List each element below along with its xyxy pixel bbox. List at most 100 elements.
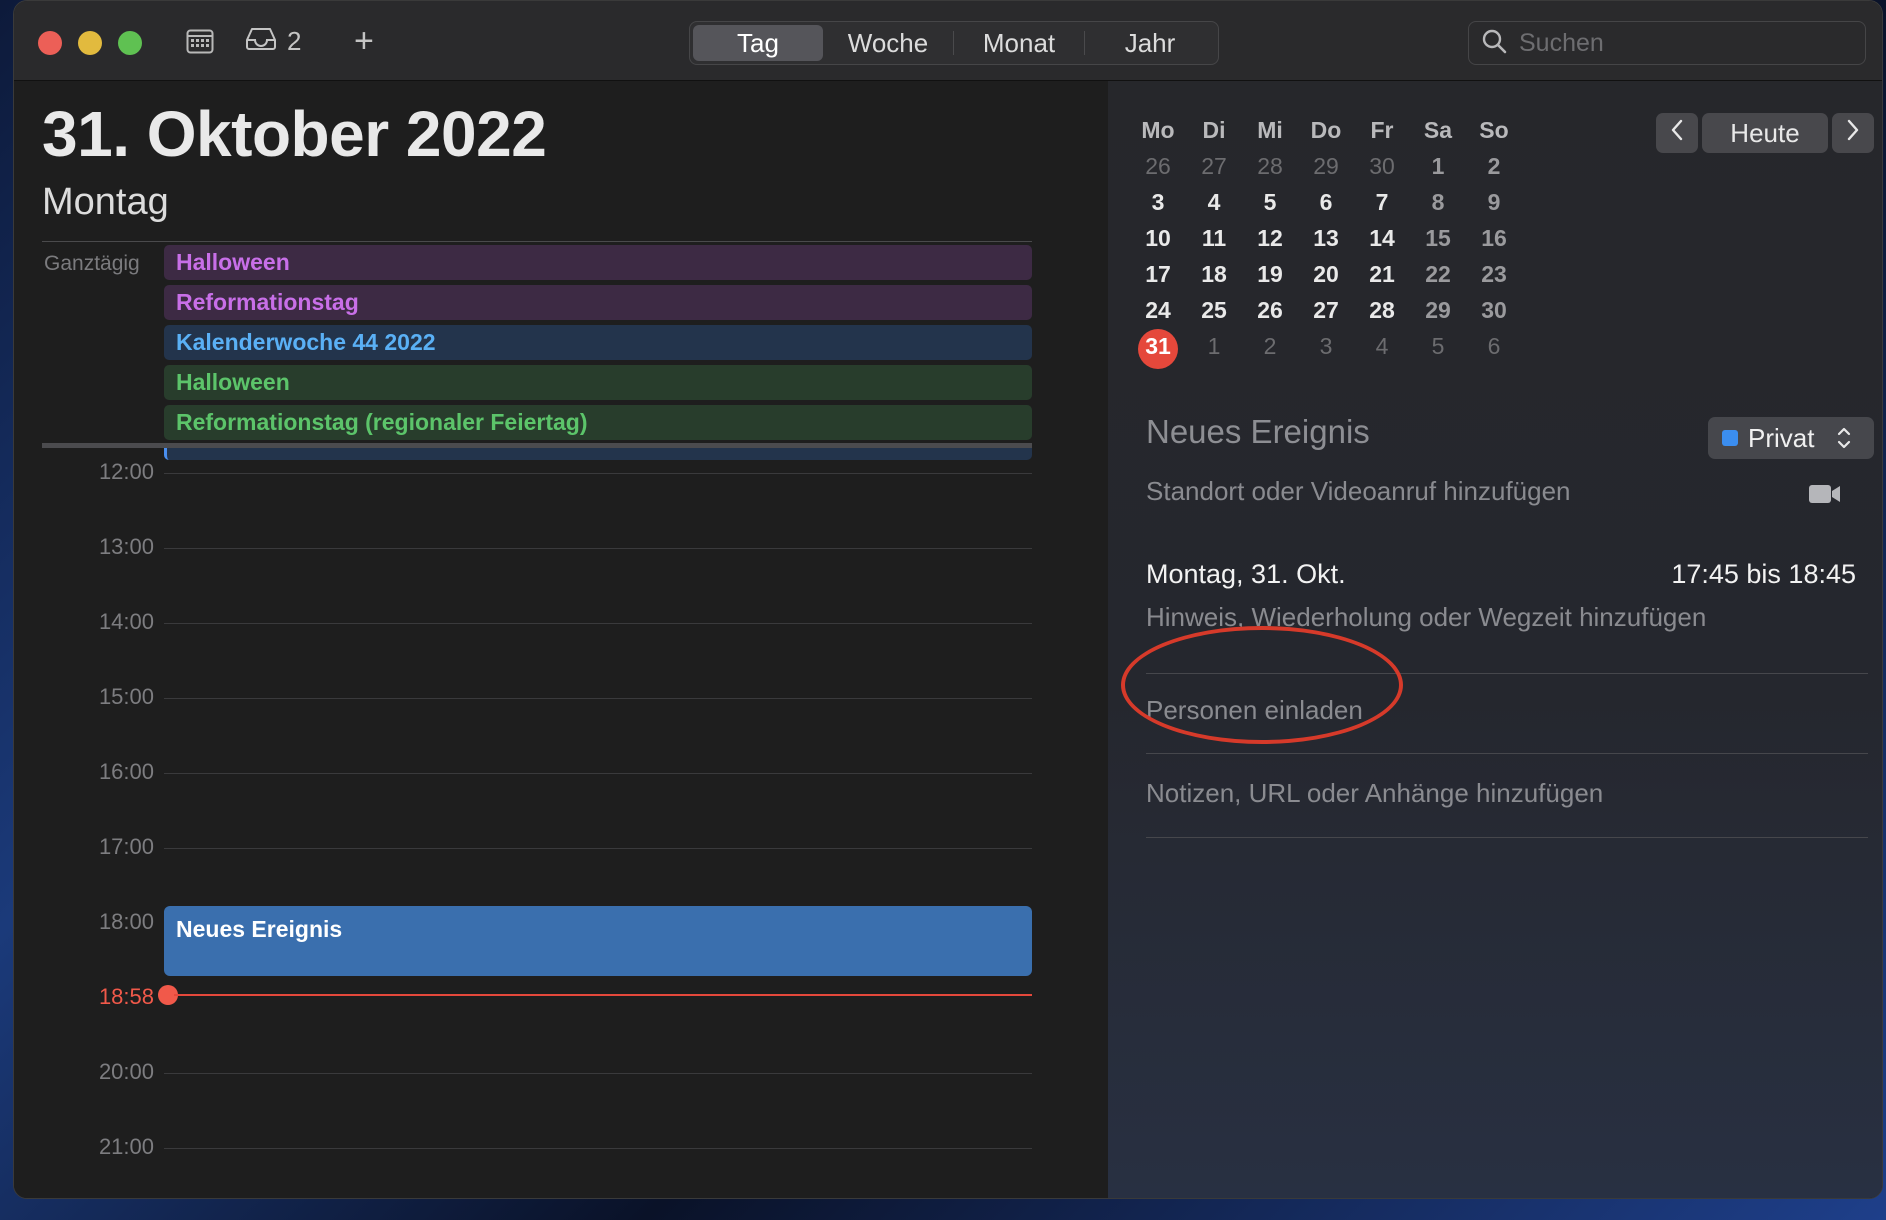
mini-calendar-day[interactable]: 4	[1186, 189, 1242, 216]
hour-line	[164, 473, 1032, 474]
mini-calendar-day[interactable]: 28	[1354, 297, 1410, 324]
current-time-line	[174, 994, 1032, 996]
event-title-field[interactable]: Neues Ereignis	[1146, 413, 1370, 451]
mini-calendar-day[interactable]: 31	[1130, 333, 1186, 360]
mini-calendar-day[interactable]: 2	[1242, 333, 1298, 360]
updown-chevron-icon	[1836, 425, 1852, 451]
mini-calendar-day[interactable]: 30	[1354, 153, 1410, 180]
next-button[interactable]	[1832, 113, 1874, 153]
mini-calendar-day[interactable]: 17	[1130, 261, 1186, 288]
mini-calendar-day[interactable]: 25	[1186, 297, 1242, 324]
mini-calendar-day[interactable]: 9	[1466, 189, 1522, 216]
previous-button[interactable]	[1656, 113, 1698, 153]
inspector-panel: Mo Di Mi Do Fr Sa So 26 27 28 29 30 1 2 3 4 5 6 7 8 9…	[1108, 81, 1882, 1198]
mini-calendar-day[interactable]: 5	[1242, 189, 1298, 216]
mini-calendar-day[interactable]: 30	[1466, 297, 1522, 324]
mini-calendar-day[interactable]: 12	[1242, 225, 1298, 252]
mini-calendar-day[interactable]: 24	[1130, 297, 1186, 324]
mini-calendar-day[interactable]: 27	[1298, 297, 1354, 324]
mini-calendar-day[interactable]: 7	[1354, 189, 1410, 216]
calendar-select[interactable]: Privat	[1708, 417, 1874, 459]
divider	[42, 241, 1032, 242]
mini-calendar-day[interactable]: 21	[1354, 261, 1410, 288]
maximize-window-button[interactable]	[118, 31, 142, 55]
mini-calendar-day[interactable]: 5	[1410, 333, 1466, 360]
hour-label: 16:00	[98, 759, 154, 784]
mini-calendar-day[interactable]: 10	[1130, 225, 1186, 252]
mini-calendar-day[interactable]: 29	[1410, 297, 1466, 324]
mini-calendar-day[interactable]: 13	[1298, 225, 1354, 252]
hour-label: 21:00	[98, 1134, 154, 1159]
hour-line	[164, 773, 1032, 774]
hour-line	[164, 1148, 1032, 1149]
mini-calendar-day[interactable]: 26	[1130, 153, 1186, 180]
current-time-label: 18:58	[98, 984, 154, 1009]
hour-label: 13:00	[98, 534, 154, 559]
video-camera-icon[interactable]	[1808, 483, 1842, 510]
notes-field[interactable]: Notizen, URL oder Anhänge hinzufügen	[1146, 778, 1603, 809]
allday-event[interactable]: Reformationstag	[164, 285, 1032, 320]
mini-calendar-day[interactable]: 6	[1466, 333, 1522, 360]
minimize-window-button[interactable]	[78, 31, 102, 55]
mini-calendar-day[interactable]: 1	[1410, 153, 1466, 180]
close-window-button[interactable]	[38, 31, 62, 55]
mini-calendar-day[interactable]: 22	[1410, 261, 1466, 288]
allday-event[interactable]: Halloween	[164, 365, 1032, 400]
tab-month[interactable]: Monat	[954, 25, 1084, 61]
mini-calendar-day[interactable]: 16	[1466, 225, 1522, 252]
inbox-button[interactable]: 2	[245, 23, 301, 59]
mini-calendar-day[interactable]: 27	[1186, 153, 1242, 180]
mini-calendar-day[interactable]: 19	[1242, 261, 1298, 288]
allday-label: Ganztägig	[44, 252, 140, 275]
mini-calendar-day[interactable]: 3	[1130, 189, 1186, 216]
calendar-color-swatch	[1722, 430, 1738, 446]
mini-calendar-day[interactable]: 4	[1354, 333, 1410, 360]
calendar-window: 2 + Tag Woche Monat Jahr 31. Oktober 202…	[13, 0, 1883, 1199]
event-time-range[interactable]: 17:45 bis 18:45	[1671, 559, 1856, 590]
allday-event-overflow[interactable]	[164, 448, 1032, 460]
mini-calendar-day[interactable]: 23	[1466, 261, 1522, 288]
mini-calendar-day[interactable]: 1	[1186, 333, 1242, 360]
mini-calendar-day[interactable]: 26	[1242, 297, 1298, 324]
allday-event[interactable]: Halloween	[164, 245, 1032, 280]
allday-event[interactable]: Reformationstag (regionaler Feiertag)	[164, 405, 1032, 440]
hour-label: 12:00	[98, 459, 154, 484]
mini-calendar-day[interactable]: 20	[1298, 261, 1354, 288]
hour-line	[164, 848, 1032, 849]
location-field[interactable]: Standort oder Videoanruf hinzufügen	[1146, 476, 1571, 507]
search-field	[1468, 21, 1866, 65]
weekday-header: Do	[1310, 117, 1342, 143]
mini-calendar-day[interactable]: 29	[1298, 153, 1354, 180]
today-button[interactable]: Heute	[1702, 113, 1828, 153]
event-date[interactable]: Montag, 31. Okt.	[1146, 559, 1346, 590]
calendar-icon[interactable]	[186, 23, 214, 59]
highlight-ellipse	[1121, 626, 1403, 744]
mini-calendar-day[interactable]: 11	[1186, 225, 1242, 252]
weekday-header: Sa	[1423, 117, 1453, 143]
toolbar: 2 + Tag Woche Monat Jahr	[14, 1, 1882, 81]
mini-calendar-day[interactable]: 8	[1410, 189, 1466, 216]
calendar-select-value: Privat	[1748, 422, 1815, 453]
mini-calendar-day[interactable]: 15	[1410, 225, 1466, 252]
mini-calendar-day[interactable]: 3	[1298, 333, 1354, 360]
mini-calendar-day[interactable]: 28	[1242, 153, 1298, 180]
plus-icon[interactable]: +	[354, 22, 374, 60]
mini-calendar-day[interactable]: 2	[1466, 153, 1522, 180]
inbox-count: 2	[287, 25, 302, 56]
tab-day[interactable]: Tag	[693, 25, 823, 61]
hour-label: 17:00	[98, 834, 154, 859]
day-view: 31. Oktober 2022 Montag Ganztägig Hallow…	[14, 81, 1108, 1198]
mini-calendar-day[interactable]: 18	[1186, 261, 1242, 288]
view-switcher: Tag Woche Monat Jahr	[689, 21, 1219, 65]
tab-week[interactable]: Woche	[823, 25, 953, 61]
mini-calendar-day[interactable]: 6	[1298, 189, 1354, 216]
allday-event[interactable]: Kalenderwoche 44 2022	[164, 325, 1032, 360]
hour-label: 20:00	[98, 1059, 154, 1084]
mini-calendar-day[interactable]: 14	[1354, 225, 1410, 252]
tab-year[interactable]: Jahr	[1085, 25, 1215, 61]
event-block[interactable]: Neues Ereignis	[164, 906, 1032, 976]
hour-label: 14:00	[98, 609, 154, 634]
page-title: 31. Oktober 2022	[42, 98, 547, 170]
weekday-label: Montag	[42, 181, 169, 223]
search-input[interactable]	[1519, 28, 1839, 58]
